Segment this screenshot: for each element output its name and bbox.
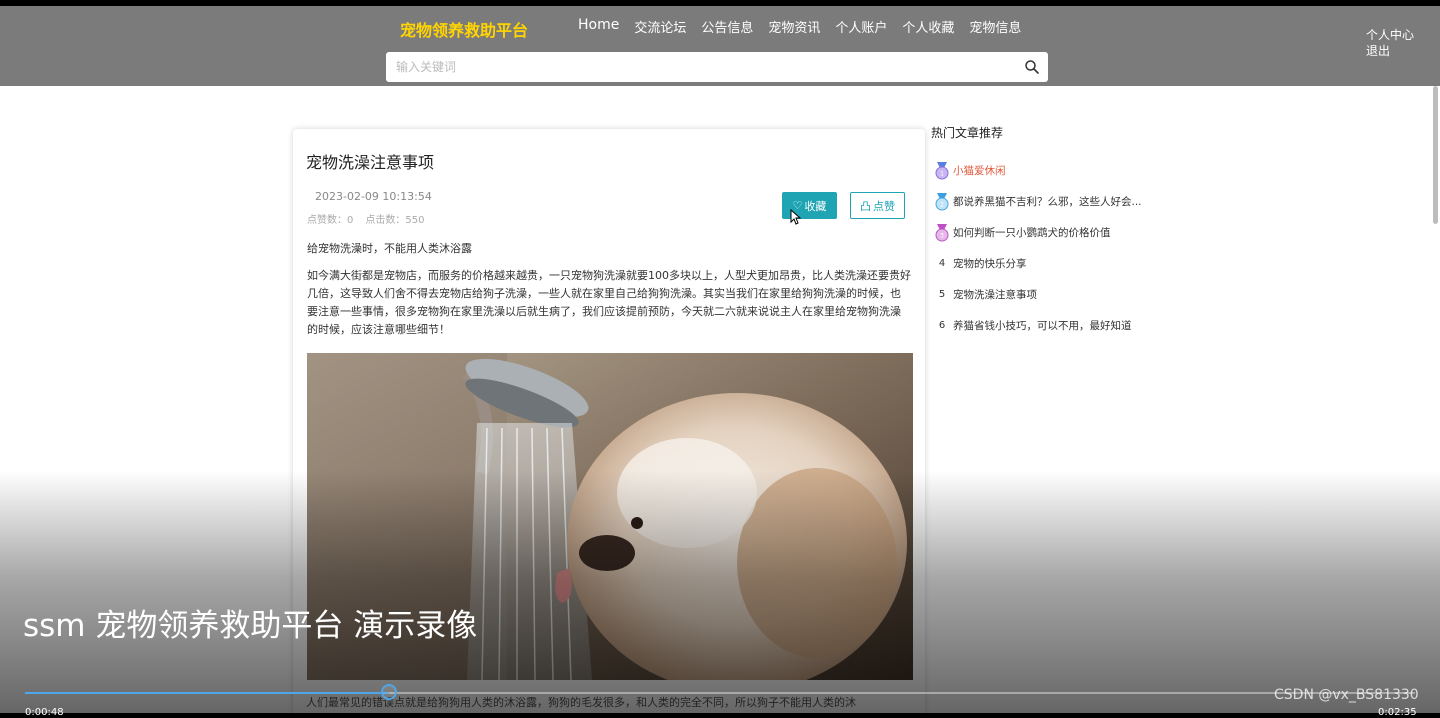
like-button-label: 点赞 xyxy=(873,199,895,213)
video-title: ssm 宠物领养救助平台 演示录像 xyxy=(23,608,478,644)
site-brand[interactable]: 宠物领养救助平台 xyxy=(400,17,528,41)
hot-article-label: 宠物洗澡注意事项 xyxy=(953,289,1037,301)
video-progress-fill xyxy=(25,692,390,694)
article-click-count: 点击数：550 xyxy=(365,215,425,226)
rank-medal-1-icon: 1 xyxy=(931,161,953,180)
user-links: 个人中心 退出 xyxy=(1366,27,1414,59)
nav-account[interactable]: 个人账户 xyxy=(835,17,887,36)
thumbs-up-icon: 凸 xyxy=(860,199,871,213)
like-button[interactable]: 凸 点赞 xyxy=(850,192,905,219)
hot-article-label: 如何判断一只小鹦鹉犬的价格价值 xyxy=(953,227,1111,239)
article-paragraph-3: 人们最常见的错误点就是给狗狗用人类的沐浴露，狗狗的毛发很多，和人类的完全不同，所… xyxy=(306,696,856,709)
hot-article-label: 宠物的快乐分享 xyxy=(953,258,1027,270)
search-icon[interactable] xyxy=(1024,59,1040,75)
rank-number: 4 xyxy=(938,258,946,269)
article-paragraph-2: 如今满大街都是宠物店，而服务的价格越来越贵，一只宠物狗洗澡就要100多块以上，人… xyxy=(307,269,911,336)
hot-article-6[interactable]: 6 养猫省钱小技巧，可以不用，最好知道 xyxy=(931,310,1151,341)
hot-article-5[interactable]: 5 宠物洗澡注意事项 xyxy=(931,279,1151,310)
search-bar xyxy=(386,52,1048,82)
site-header: 宠物领养救助平台 Home 交流论坛 公告信息 宠物资讯 个人账户 个人收藏 宠… xyxy=(0,6,1440,86)
logout-link[interactable]: 退出 xyxy=(1366,43,1414,59)
sidebar-title: 热门文章推荐 xyxy=(931,126,1004,140)
csdn-watermark: CSDN @vx_BS81330 xyxy=(1274,687,1419,703)
svg-text:1: 1 xyxy=(940,170,944,177)
hot-article-label: 养猫省钱小技巧，可以不用，最好知道 xyxy=(953,320,1132,332)
article-date: 2023-02-09 10:13:54 xyxy=(315,190,432,203)
article-paragraph-1: 给宠物洗澡时，不能用人类沐浴露 xyxy=(307,242,472,255)
svg-text:3: 3 xyxy=(940,232,944,239)
video-progress-bar[interactable] xyxy=(25,684,1415,700)
article-stats: 点赞数：0 点击数：550 xyxy=(307,211,424,226)
favorite-button-label: 收藏 xyxy=(804,199,827,213)
search-input[interactable] xyxy=(386,52,1026,82)
nav-pet-news[interactable]: 宠物资讯 xyxy=(768,17,820,36)
nav-home[interactable]: Home xyxy=(578,17,619,36)
rank-medal-3-icon: 3 xyxy=(931,223,953,242)
hot-article-1[interactable]: 1 小猫爱休闲 xyxy=(931,155,1151,186)
svg-text:2: 2 xyxy=(940,201,944,208)
mouse-pointer-icon xyxy=(790,209,802,225)
nav-announcements[interactable]: 公告信息 xyxy=(701,17,753,36)
main-nav: Home 交流论坛 公告信息 宠物资讯 个人账户 个人收藏 宠物信息 xyxy=(578,17,1021,36)
hot-article-4[interactable]: 4 宠物的快乐分享 xyxy=(931,248,1151,279)
rank-number: 6 xyxy=(938,320,946,331)
article-like-count: 点赞数：0 xyxy=(307,215,354,226)
nav-pet-info[interactable]: 宠物信息 xyxy=(969,17,1021,36)
rank-number: 5 xyxy=(938,289,946,300)
hot-articles-sidebar: 热门文章推荐 1 小猫爱休闲 2 都说养黑猫不吉利？么邪，这些人好会... 3 … xyxy=(931,124,1151,341)
page-scrollbar[interactable] xyxy=(1433,86,1438,224)
hot-article-2[interactable]: 2 都说养黑猫不吉利？么邪，这些人好会... xyxy=(931,186,1151,217)
user-center-link[interactable]: 个人中心 xyxy=(1366,27,1414,43)
rank-medal-2-icon: 2 xyxy=(931,192,953,211)
nav-forum[interactable]: 交流论坛 xyxy=(634,17,686,36)
hot-article-label: 小猫爱休闲 xyxy=(953,165,1006,177)
nav-favorites[interactable]: 个人收藏 xyxy=(902,17,954,36)
hot-article-3[interactable]: 3 如何判断一只小鹦鹉犬的价格价值 xyxy=(931,217,1151,248)
hot-article-label: 都说养黑猫不吉利？么邪，这些人好会... xyxy=(953,196,1142,208)
article-title: 宠物洗澡注意事项 xyxy=(306,153,435,172)
